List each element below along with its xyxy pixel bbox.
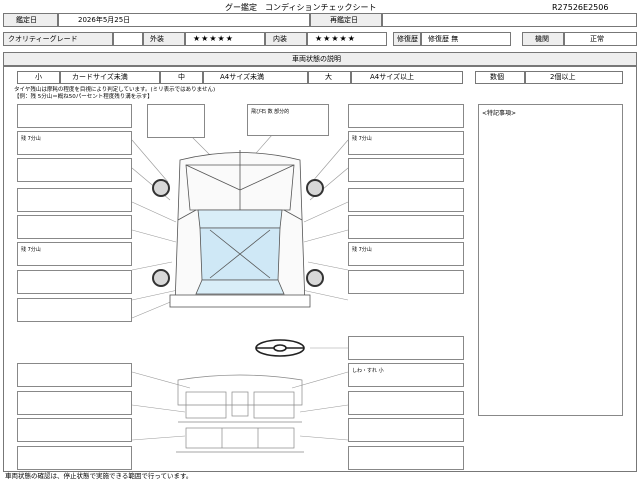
callout-box-tire-fr: 残 7分山 — [348, 131, 464, 155]
tire-rr-label: 残 7分山 — [352, 247, 372, 253]
callout-box — [17, 215, 132, 239]
callout-box — [348, 158, 464, 182]
callout-box — [147, 104, 205, 138]
callout-box — [17, 104, 132, 128]
chip-label: 飛び石 数 部分的 — [251, 109, 290, 115]
car-top-view — [169, 150, 311, 308]
wrinkle-label: しわ・すれ 小 — [352, 368, 384, 374]
callout-box-tire-rl: 残 7分山 — [17, 242, 132, 266]
tire-rl-label: 残 7分山 — [21, 247, 41, 253]
tire-fl-label: 残 7分山 — [21, 136, 41, 142]
callout-box — [348, 391, 464, 415]
steering-wheel-icon — [255, 339, 305, 357]
interior-seats-view — [176, 374, 304, 453]
callout-box — [17, 418, 132, 442]
callout-box — [17, 363, 132, 387]
callout-box — [348, 446, 464, 470]
callout-box — [348, 104, 464, 128]
callout-box — [17, 298, 132, 322]
callout-box-tire-fl: 残 7分山 — [17, 131, 132, 155]
wheel-front-right-icon — [306, 179, 324, 197]
callout-box-tire-rr: 残 7分山 — [348, 242, 464, 266]
footer-note: 車両状態の確認は、停止状態で実施できる範囲で行っています。 — [5, 472, 193, 480]
wheel-front-left-icon — [152, 179, 170, 197]
callout-box — [348, 418, 464, 442]
callout-box — [17, 391, 132, 415]
callout-box-wrinkle: しわ・すれ 小 — [348, 363, 464, 387]
wheel-rear-right-icon — [306, 269, 324, 287]
tire-fr-label: 残 7分山 — [352, 136, 372, 142]
callout-box — [17, 158, 132, 182]
callout-box-chip: 飛び石 数 部分的 — [247, 104, 329, 136]
callout-box — [348, 215, 464, 239]
callout-box — [17, 188, 132, 212]
callout-box — [348, 336, 464, 360]
callout-box — [348, 188, 464, 212]
callout-box — [17, 446, 132, 470]
callout-box — [17, 270, 132, 294]
callout-box — [348, 270, 464, 294]
wheel-rear-left-icon — [152, 269, 170, 287]
